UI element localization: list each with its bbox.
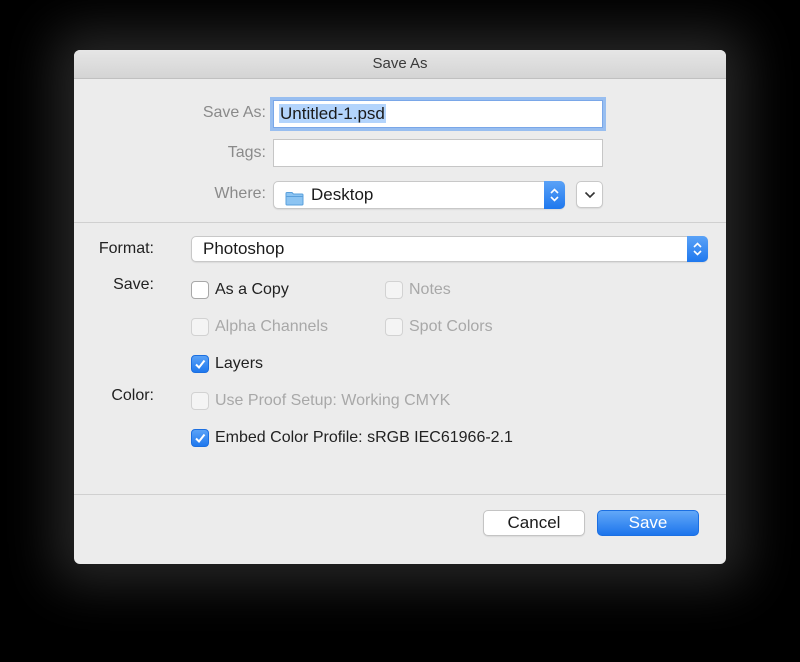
expand-button[interactable] (576, 181, 603, 208)
alpha-channels-label: Alpha Channels (215, 318, 328, 335)
format-value: Photoshop (203, 239, 285, 258)
checkmark-icon (195, 433, 206, 444)
layers-label: Layers (215, 355, 264, 372)
spot-colors-label: Spot Colors (409, 318, 493, 335)
where-label: Where: (214, 185, 266, 202)
tags-label: Tags: (227, 144, 266, 161)
popup-arrows-icon (687, 236, 708, 262)
filename-input[interactable]: Untitled-1.psd (273, 100, 603, 128)
section-divider (74, 222, 726, 223)
checkmark-icon (195, 359, 206, 370)
format-popup[interactable]: Photoshop (191, 236, 708, 262)
popup-arrows-icon (544, 181, 565, 209)
use-proof-setup-label: Use Proof Setup: Working CMYK (215, 392, 451, 409)
as-a-copy-label: As a Copy (215, 281, 289, 298)
tags-input[interactable] (273, 139, 603, 167)
embed-color-profile-label: Embed Color Profile: sRGB IEC61966-2.1 (215, 429, 513, 446)
format-label: Format: (98, 240, 154, 257)
footer-divider (74, 494, 726, 495)
save-options-label: Save: (113, 276, 154, 293)
where-popup[interactable]: Desktop (273, 181, 565, 209)
save-button[interactable]: Save (597, 510, 699, 536)
save-as-label: Save As: (202, 104, 266, 121)
notes-label: Notes (409, 281, 451, 298)
save-as-dialog: Save As Save As: Untitled-1.psd Tags: Wh… (74, 50, 726, 564)
use-proof-setup-checkbox[interactable] (191, 392, 209, 410)
window-title: Save As (74, 50, 726, 79)
filename-selected-text: Untitled-1.psd (279, 104, 386, 123)
folder-icon (285, 188, 304, 214)
spot-colors-checkbox[interactable] (385, 318, 403, 336)
color-options-label: Color: (111, 387, 154, 404)
where-value: Desktop (311, 185, 374, 204)
embed-color-profile-checkbox[interactable] (191, 429, 209, 447)
as-a-copy-checkbox[interactable] (191, 281, 209, 299)
layers-checkbox[interactable] (191, 355, 209, 373)
cancel-button[interactable]: Cancel (483, 510, 585, 536)
chevron-down-icon (584, 191, 596, 199)
notes-checkbox[interactable] (385, 281, 403, 299)
alpha-channels-checkbox[interactable] (191, 318, 209, 336)
